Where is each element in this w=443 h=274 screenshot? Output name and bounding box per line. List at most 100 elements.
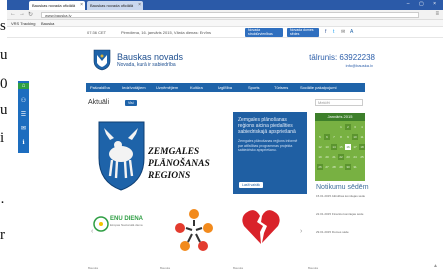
news-card-text: Zemgales plānošanas reģions informē par …	[238, 139, 298, 152]
calendar-day[interactable]: 13	[324, 144, 330, 150]
calendar-day[interactable]: 10	[352, 134, 358, 140]
meeting-item[interactable]: 15.01.2015 Attīstības komitejas sēde	[316, 194, 366, 198]
logo-caption: Bauska	[308, 266, 319, 270]
info-icon[interactable]: ℹ	[20, 139, 27, 146]
tab-bar: Bauskas novada oficiālā × Bauskas novada…	[7, 0, 443, 10]
calendar-day[interactable]: 22	[338, 154, 344, 160]
people-circle-logo[interactable]	[172, 206, 216, 254]
tab-label: Bauskas novada oficiālā	[32, 3, 76, 8]
logo-caption: Bauska	[160, 266, 171, 270]
calendar-day[interactable]: 11	[359, 134, 365, 140]
forward-arrow-icon[interactable]: →	[19, 11, 25, 17]
logo-line: REGIONS	[148, 171, 191, 181]
calendar-day[interactable]: 23	[345, 154, 351, 160]
logo-caption: Bauska	[88, 266, 99, 270]
calendar-day[interactable]: 12	[317, 144, 323, 150]
calendar-day[interactable]: 2	[345, 124, 351, 130]
people-icon[interactable]: ⚇	[20, 97, 27, 104]
calendar-day[interactable]: 24	[352, 154, 358, 160]
home-icon[interactable]: ⌂	[18, 83, 29, 89]
calendar-day[interactable]: 16	[345, 144, 351, 150]
meetings-button[interactable]: Novada domes sēdes	[287, 28, 319, 37]
calendar-day[interactable]: 26	[317, 164, 323, 170]
calendar-day[interactable]: 15	[338, 144, 344, 150]
all-news-button[interactable]: Visi	[125, 100, 137, 106]
list-icon[interactable]: ☰	[20, 111, 27, 118]
time-text: 07:36 CET	[87, 30, 107, 35]
calendar-day[interactable]: 7	[331, 134, 337, 140]
calendar-day[interactable]: 5	[317, 134, 323, 140]
calendar-day[interactable]: 30	[345, 164, 351, 170]
nav-item[interactable]: Sports	[248, 85, 260, 90]
phone-number: tālrunis: 63922238	[309, 53, 375, 62]
structure-button[interactable]: Novada struktūrvienības	[245, 28, 283, 37]
bookmarks-bar: VRS Tracking Bauska	[7, 20, 443, 27]
calendar-day[interactable]: 9	[345, 134, 351, 140]
search-input[interactable]: Meklēt	[315, 99, 363, 106]
meeting-date: 15.01.2015	[316, 194, 332, 198]
calendar-day[interactable]: 28	[331, 164, 337, 170]
tab-label: Bauskas novada oficiālā	[90, 3, 134, 8]
nav-item[interactable]: Kultūra	[190, 85, 203, 90]
calendar-day[interactable]: 17	[352, 144, 358, 150]
meeting-text: Finanšu komitejas sēde	[331, 212, 364, 216]
calendar-day[interactable]: 8	[338, 134, 344, 140]
heart-logo[interactable]	[241, 208, 281, 246]
calendar-day[interactable]: 3	[352, 124, 358, 130]
calendar-day[interactable]: 1	[338, 124, 344, 130]
date-text: Pirmdiena, 16. janvāris 2015, Vārda dien…	[121, 30, 212, 35]
close-icon[interactable]: ×	[80, 2, 83, 8]
news-card[interactable]: Zemgales plānošanas reģions aicina pieda…	[233, 112, 307, 194]
coat-of-arms-logo[interactable]	[93, 49, 111, 71]
calendar-day[interactable]: 14	[331, 144, 337, 150]
calendar-day[interactable]: 18	[359, 144, 365, 150]
browser-menu-icon[interactable]: ≡	[435, 11, 439, 17]
site-title[interactable]: Bauskas novads	[117, 52, 183, 62]
bookmark-item[interactable]: VRS Tracking	[11, 21, 35, 26]
nav-item[interactable]: Iedzīvotājiem	[122, 85, 146, 90]
reload-icon[interactable]: ↻	[28, 11, 33, 18]
calendar-widget: Janvāris 2015 1 2 3 4 5 6 7 8 9 10 11 12 13 14 15 16 17 1…	[315, 113, 365, 181]
calendar-day[interactable]: 31	[352, 164, 358, 170]
carousel-right-arrow-icon[interactable]: ›	[300, 228, 302, 235]
close-icon[interactable]: ×	[138, 2, 141, 8]
eu-flag-icon	[93, 216, 109, 232]
calendar-month: Janvāris 2015	[315, 113, 365, 121]
calendar-day[interactable]: 20	[324, 154, 330, 160]
calendar-day[interactable]: 29	[338, 164, 344, 170]
nav-item[interactable]: Uzņēmējiem	[156, 85, 178, 90]
browser-window: Bauskas novada oficiālā × Bauskas novada…	[7, 0, 443, 274]
calendar-day[interactable]: 19	[317, 154, 323, 160]
facebook-icon[interactable]: f	[325, 29, 326, 35]
left-glyph: s	[0, 18, 6, 34]
browser-tab-active[interactable]: Bauskas novada oficiālā ×	[29, 1, 85, 10]
enu-day-logo-text[interactable]: ENU DIENA	[110, 216, 143, 222]
bookmark-item[interactable]: Bauska	[41, 21, 54, 26]
news-heading: Aktuāli	[88, 99, 110, 106]
calendar-day[interactable]: 21	[331, 154, 337, 160]
scroll-to-top-icon[interactable]: ▲	[433, 263, 438, 269]
nav-item[interactable]: Pašvaldība	[90, 85, 110, 90]
url-input[interactable]: www.bauska.lv	[41, 12, 419, 18]
meeting-item[interactable]: 22.01.2015 Finanšu komitejas sēde	[316, 212, 366, 216]
nav-item[interactable]: Izglītība	[218, 85, 232, 90]
chat-icon[interactable]: ✉	[20, 125, 27, 132]
site-subtitle: Novada, kurā ir sabiedrība	[117, 62, 176, 68]
meeting-item[interactable]: 29.01.2015 Domes sēde	[316, 230, 366, 234]
mail-icon[interactable]: ✉	[341, 29, 345, 35]
calendar-day[interactable]: 6	[324, 134, 330, 140]
nav-item[interactable]: Sociālie pakalpojumi	[300, 85, 336, 90]
read-more-button[interactable]: Lasīt vairāk	[239, 182, 263, 188]
calendar-day[interactable]: 4	[359, 124, 365, 130]
twitter-icon[interactable]: t	[333, 29, 334, 35]
nav-item[interactable]: Tūrisms	[274, 85, 288, 90]
news-card-title[interactable]: Zemgales plānošanas reģions aicina pieda…	[238, 117, 302, 135]
calendar-day[interactable]: 25	[359, 154, 365, 160]
window-controls[interactable]: – ▢ ×	[407, 1, 440, 7]
back-arrow-icon[interactable]: ←	[10, 11, 16, 17]
email-address[interactable]: info@bauska.lv	[346, 63, 373, 68]
screenshot-frame: s u 0 u i · r Bauskas novada oficiālā × …	[0, 0, 443, 274]
calendar-day[interactable]: 27	[324, 164, 330, 170]
text-size-icon[interactable]: A	[350, 29, 353, 35]
browser-tab[interactable]: Bauskas novada oficiālā ×	[87, 1, 143, 10]
